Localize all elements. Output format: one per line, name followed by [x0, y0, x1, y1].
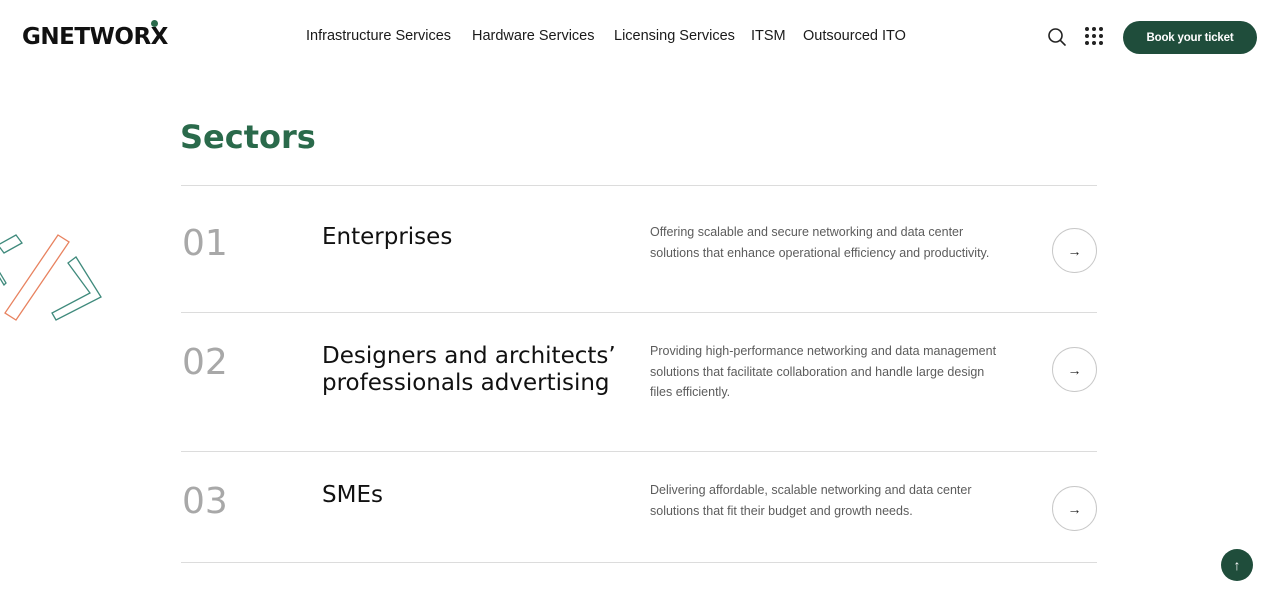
nav-infrastructure-services[interactable]: Infrastructure Services — [306, 28, 451, 44]
sector-description: Providing high-performance networking an… — [650, 344, 997, 399]
sector-number: 01 — [182, 223, 228, 264]
arrow-right-icon: → — [1067, 500, 1082, 517]
sector-description: Offering scalable and secure networking … — [650, 225, 990, 260]
sector-arrow-button[interactable]: → — [1052, 228, 1097, 273]
logo-dot — [151, 20, 158, 27]
sector-number: 03 — [182, 481, 228, 522]
sector-title[interactable]: Designers and architects’ professionals … — [322, 343, 622, 397]
search-icon[interactable] — [1047, 27, 1067, 47]
divider — [181, 562, 1097, 563]
section-title: Sectors — [180, 118, 316, 156]
divider — [181, 451, 1097, 452]
sector-title[interactable]: Enterprises — [322, 224, 622, 251]
nav-outsourced-ito[interactable]: Outsourced ITO — [803, 28, 906, 44]
sector-title[interactable]: SMEs — [322, 482, 622, 509]
back-to-top-button[interactable]: ↑ — [1221, 549, 1253, 581]
divider — [181, 185, 1097, 186]
sector-number: 02 — [182, 342, 228, 383]
site-header: GNETWORX Infrastructure Services Hardwar… — [0, 0, 1280, 76]
nav-itsm[interactable]: ITSM — [751, 28, 786, 44]
sector-arrow-button[interactable]: → — [1052, 347, 1097, 392]
sector-arrow-button[interactable]: → — [1052, 486, 1097, 531]
divider — [181, 312, 1097, 313]
arrow-right-icon: → — [1067, 361, 1082, 378]
book-ticket-button[interactable]: Book your ticket — [1123, 21, 1257, 54]
decorative-shapes — [0, 234, 102, 321]
logo[interactable]: GNETWORX — [22, 24, 168, 50]
arrow-right-icon: → — [1067, 242, 1082, 259]
sector-description: Delivering affordable, scalable networki… — [650, 483, 972, 518]
grid-icon[interactable] — [1084, 26, 1104, 46]
nav-hardware-services[interactable]: Hardware Services — [472, 28, 595, 44]
arrow-up-icon: ↑ — [1233, 557, 1241, 573]
nav-licensing-services[interactable]: Licensing Services — [614, 28, 735, 44]
